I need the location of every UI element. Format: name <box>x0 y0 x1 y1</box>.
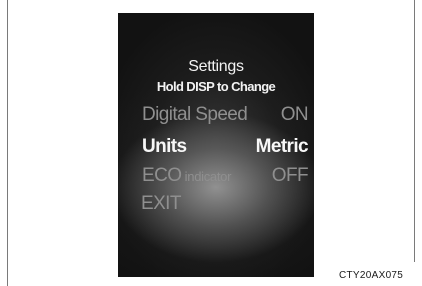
hold-disp-instruction: Hold DISP to Change <box>156 79 276 94</box>
eco-indicator-label: ECO indicator <box>142 165 231 188</box>
digital-speed-value: ON <box>280 104 309 125</box>
eco-label-small: indicator <box>181 169 232 184</box>
menu-item-digital-speed[interactable]: Digital Speed ON <box>142 104 309 126</box>
left-frame-line <box>7 0 8 286</box>
right-frame-line <box>414 0 415 262</box>
menu-item-exit[interactable]: EXIT <box>141 193 307 215</box>
units-value: Metric <box>255 136 309 157</box>
exit-label: EXIT <box>141 193 181 214</box>
eco-label-main: ECO <box>142 165 182 186</box>
menu-item-units[interactable]: Units Metric <box>142 136 309 158</box>
digital-speed-label: Digital Speed <box>142 104 248 125</box>
settings-title: Settings <box>188 58 244 75</box>
units-label: Units <box>142 136 187 157</box>
eco-indicator-value: OFF <box>271 165 309 186</box>
menu-item-eco-indicator[interactable]: ECO indicator OFF <box>142 165 309 188</box>
figure-code: CTY20AX075 <box>339 270 404 281</box>
settings-display-screen: Settings Hold DISP to Change Digital Spe… <box>118 13 314 277</box>
